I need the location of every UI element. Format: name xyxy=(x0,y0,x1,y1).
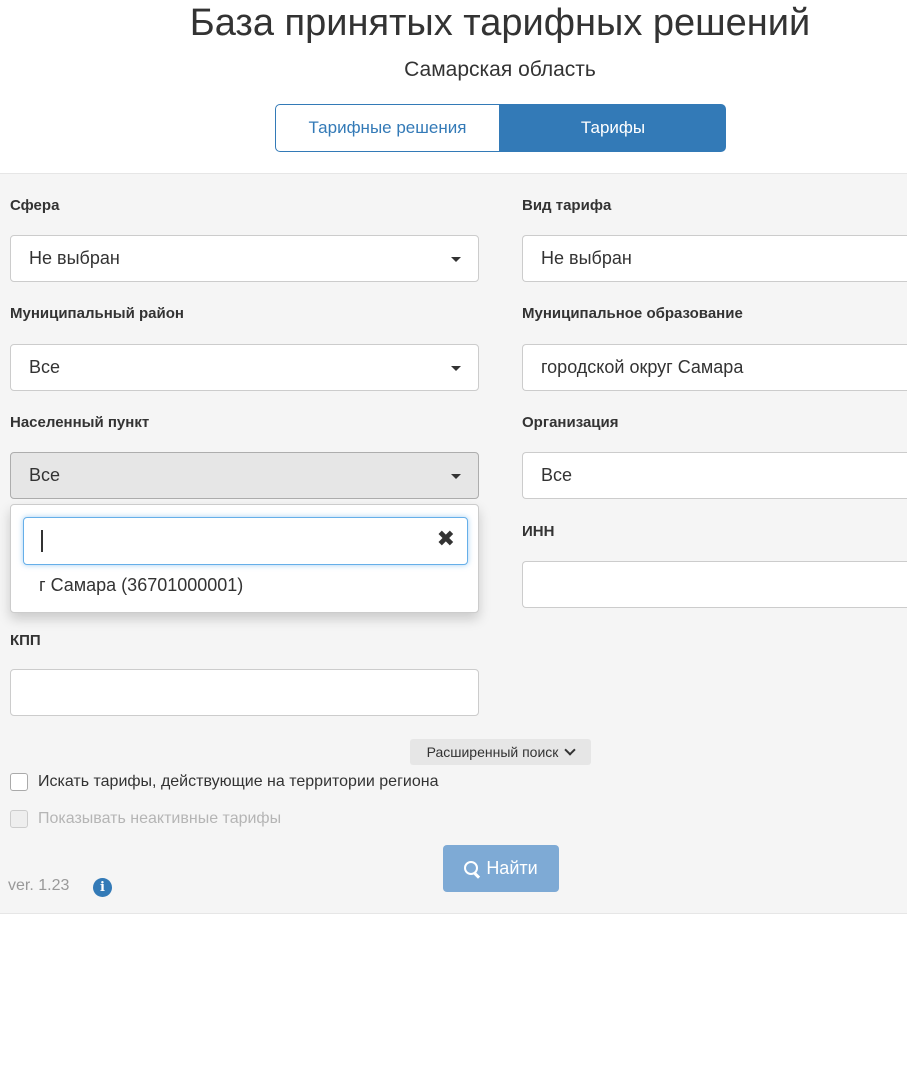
settlement-search-input[interactable]: ✖ xyxy=(23,517,468,565)
mun-formation-label: Муниципальное образование xyxy=(522,305,743,322)
kpp-label: КПП xyxy=(10,632,41,649)
tab-tariffs[interactable]: Тарифы xyxy=(500,104,726,152)
sfera-value: Не выбран xyxy=(29,248,120,268)
advanced-search-toggle[interactable]: Расширенный поиск xyxy=(410,739,591,765)
search-button-label: Найти xyxy=(486,858,538,878)
caret-down-icon xyxy=(451,257,461,262)
organization-value: Все xyxy=(541,465,573,485)
caret-down-icon xyxy=(451,474,461,479)
list-item[interactable]: г Самара (36701000001) xyxy=(39,575,243,596)
page-subtitle: Самарская область xyxy=(404,58,596,81)
region-tariffs-checkbox[interactable] xyxy=(10,773,28,791)
inn-input[interactable] xyxy=(522,561,907,608)
version-text: ver. 1.23 xyxy=(8,877,70,894)
inactive-tariffs-checkbox-row: Показывать неактивные тарифы xyxy=(10,810,281,828)
view-tabs: Тарифные решения Тарифы xyxy=(275,104,726,152)
settlement-value: Все xyxy=(29,465,61,485)
chevron-down-icon xyxy=(564,743,577,756)
info-icon[interactable]: i xyxy=(93,878,112,897)
mun-district-select[interactable]: Все xyxy=(10,344,479,391)
advanced-search-label: Расширенный поиск xyxy=(426,744,559,760)
tab-tariff-decisions[interactable]: Тарифные решения xyxy=(275,104,500,152)
text-cursor xyxy=(41,530,43,552)
settlement-label: Населенный пункт xyxy=(10,414,150,431)
search-button[interactable]: Найти xyxy=(443,845,559,892)
tariff-type-label: Вид тарифа xyxy=(522,197,612,214)
region-tariffs-checkbox-row[interactable]: Искать тарифы, действующие на территории… xyxy=(10,773,438,791)
tariff-type-value: Не выбран xyxy=(541,248,632,268)
mun-district-value: Все xyxy=(29,357,61,377)
settlement-dropdown: ✖ г Самара (36701000001) xyxy=(10,504,479,613)
tariff-type-select[interactable]: Не выбран xyxy=(522,235,907,282)
settlement-select[interactable]: Все xyxy=(10,452,479,499)
organization-label: Организация xyxy=(522,414,619,431)
organization-select[interactable]: Все xyxy=(522,452,907,499)
region-tariffs-label: Искать тарифы, действующие на территории… xyxy=(38,773,439,790)
mun-district-label: Муниципальный район xyxy=(10,305,184,322)
sfera-label: Сфера xyxy=(10,197,60,214)
mun-formation-select[interactable]: городской округ Самара xyxy=(522,344,907,391)
close-icon[interactable]: ✖ xyxy=(437,526,455,554)
page-title: База принятых тарифных решений xyxy=(189,2,811,44)
inactive-tariffs-label: Показывать неактивные тарифы xyxy=(38,810,282,827)
inn-label: ИНН xyxy=(522,523,555,540)
sfera-select[interactable]: Не выбран xyxy=(10,235,479,282)
caret-down-icon xyxy=(451,366,461,371)
kpp-input[interactable] xyxy=(10,669,479,716)
mun-formation-value: городской округ Самара xyxy=(541,357,744,377)
inactive-tariffs-checkbox xyxy=(10,810,28,828)
search-icon xyxy=(464,860,480,877)
